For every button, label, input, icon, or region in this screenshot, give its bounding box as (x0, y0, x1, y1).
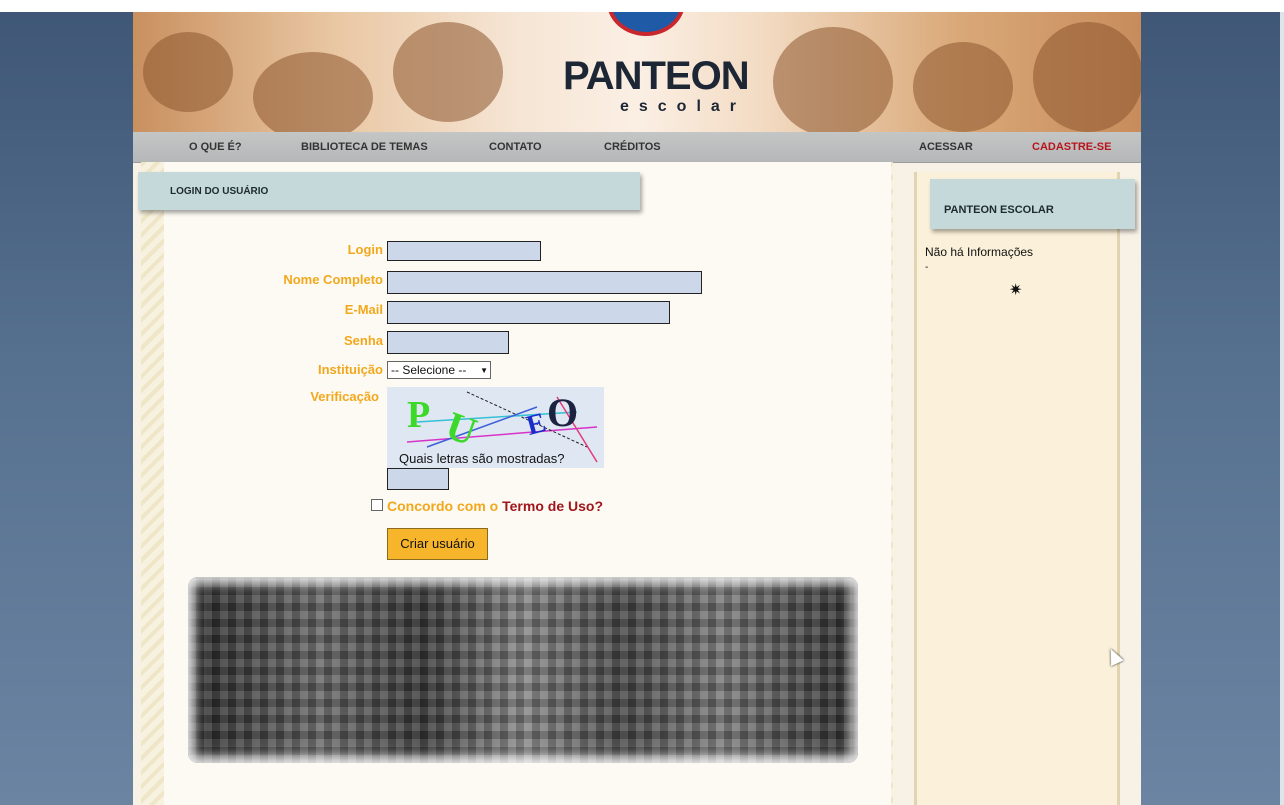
nav-item-cadastre-se[interactable]: CADASTRE-SE (1032, 141, 1111, 153)
sidebar (914, 172, 1120, 805)
chevron-down-icon: ▼ (480, 366, 488, 375)
nav-bar: O QUE É? BIBLIOTECA DE TEMAS CONTATO CRÉ… (133, 132, 1141, 163)
banner-photo-shape (773, 27, 893, 132)
login-label: Login (347, 242, 383, 257)
terms-agreement: Concordo com o Termo de Uso? (387, 498, 603, 514)
captcha-letter: O (547, 390, 579, 435)
nav-item-contato[interactable]: CONTATO (489, 141, 542, 153)
fullname-input[interactable] (387, 271, 702, 294)
sidebar-dash: - (925, 262, 929, 273)
captcha-input[interactable] (387, 468, 449, 490)
section-title: LOGIN DO USUÁRIO (170, 186, 269, 197)
nav-item-o-que-e[interactable]: O QUE É? (189, 141, 242, 153)
verification-label: Verificação (310, 389, 379, 404)
sidebar-header: PANTEON ESCOLAR (930, 179, 1135, 229)
sidebar-info: Não há Informações (925, 245, 1034, 259)
nav-item-acessar[interactable]: ACESSAR (919, 141, 973, 153)
nav-item-creditos[interactable]: CRÉDITOS (604, 141, 661, 153)
banner-photo-shape (913, 42, 1013, 132)
logo-title[interactable]: PANTEON (563, 54, 750, 99)
password-label: Senha (343, 333, 383, 348)
terms-checkbox[interactable] (371, 499, 383, 511)
terms-agree-text: Concordo com o (387, 498, 503, 514)
institution-select[interactable]: -- Selecione -- ▼ (387, 361, 491, 379)
login-input[interactable] (387, 241, 541, 261)
banner-photo-shape (143, 32, 233, 112)
header-banner: PANTEON escolar (133, 12, 1141, 132)
mosaic-image (188, 577, 858, 763)
section-header: LOGIN DO USUÁRIO (138, 172, 640, 210)
password-input[interactable] (387, 331, 509, 354)
banner-photo-shape (393, 22, 503, 122)
create-user-button[interactable]: Criar usuário (387, 528, 488, 560)
terms-link[interactable]: Termo de Uso? (502, 498, 603, 514)
institution-selected-value: -- Selecione -- (391, 363, 467, 377)
captcha-letter: P (407, 394, 431, 436)
email-label: E-Mail (344, 302, 383, 317)
captcha-question: Quais letras são mostradas? (399, 451, 565, 466)
banner-photo-shape (253, 52, 373, 132)
loading-star-icon: ✷ (1009, 282, 1023, 299)
logo-icon[interactable] (607, 12, 685, 36)
institution-label: Instituição (317, 362, 383, 377)
sidebar-title: PANTEON ESCOLAR (944, 204, 1054, 216)
banner-photo-shape (1033, 22, 1141, 132)
page-container: PANTEON escolar O QUE É? BIBLIOTECA DE T… (133, 12, 1141, 805)
fullname-label: Nome Completo (283, 272, 383, 287)
logo-subtitle: escolar (619, 98, 747, 115)
scrollbar-track[interactable] (1280, 12, 1284, 805)
window-top-strip (0, 0, 1284, 12)
captcha-image: P U E O Quais letras são mostradas? (387, 387, 604, 468)
nav-item-biblioteca[interactable]: BIBLIOTECA DE TEMAS (301, 141, 428, 153)
email-input[interactable] (387, 301, 670, 324)
